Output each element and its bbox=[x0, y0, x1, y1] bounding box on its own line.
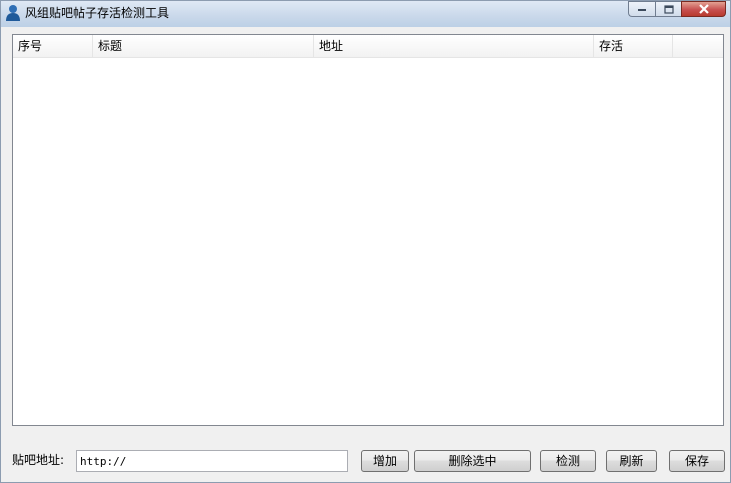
title-bar[interactable]: 风组贴吧帖子存活检测工具 bbox=[1, 1, 730, 27]
maximize-button[interactable] bbox=[655, 1, 681, 17]
url-input[interactable] bbox=[76, 450, 348, 472]
save-button[interactable]: 保存 bbox=[669, 450, 725, 472]
window-title: 风组贴吧帖子存活检测工具 bbox=[25, 6, 170, 20]
refresh-button[interactable]: 刷新 bbox=[606, 450, 657, 472]
column-header-alive[interactable]: 存活 bbox=[594, 35, 673, 57]
check-button[interactable]: 检测 bbox=[540, 450, 596, 472]
maximize-icon bbox=[663, 4, 674, 14]
column-header-title[interactable]: 标题 bbox=[93, 35, 314, 57]
main-window: 风组贴吧帖子存活检测工具 序号 标题 地址 存活 贴吧地址: http:// 增… bbox=[0, 0, 731, 483]
minimize-icon bbox=[638, 9, 646, 11]
url-label: 贴吧地址: bbox=[12, 453, 65, 467]
list-header: 序号 标题 地址 存活 bbox=[13, 35, 723, 58]
column-header-index[interactable]: 序号 bbox=[13, 35, 93, 57]
close-button[interactable] bbox=[681, 1, 726, 17]
add-button[interactable]: 增加 bbox=[361, 450, 409, 472]
user-icon bbox=[5, 4, 21, 22]
post-list[interactable]: 序号 标题 地址 存活 bbox=[12, 34, 724, 426]
column-header-filler bbox=[673, 35, 723, 57]
caption-buttons bbox=[628, 1, 726, 19]
column-header-url[interactable]: 地址 bbox=[314, 35, 594, 57]
close-icon bbox=[698, 4, 709, 14]
delete-selected-button[interactable]: 删除选中 bbox=[414, 450, 531, 472]
minimize-button[interactable] bbox=[628, 1, 655, 17]
